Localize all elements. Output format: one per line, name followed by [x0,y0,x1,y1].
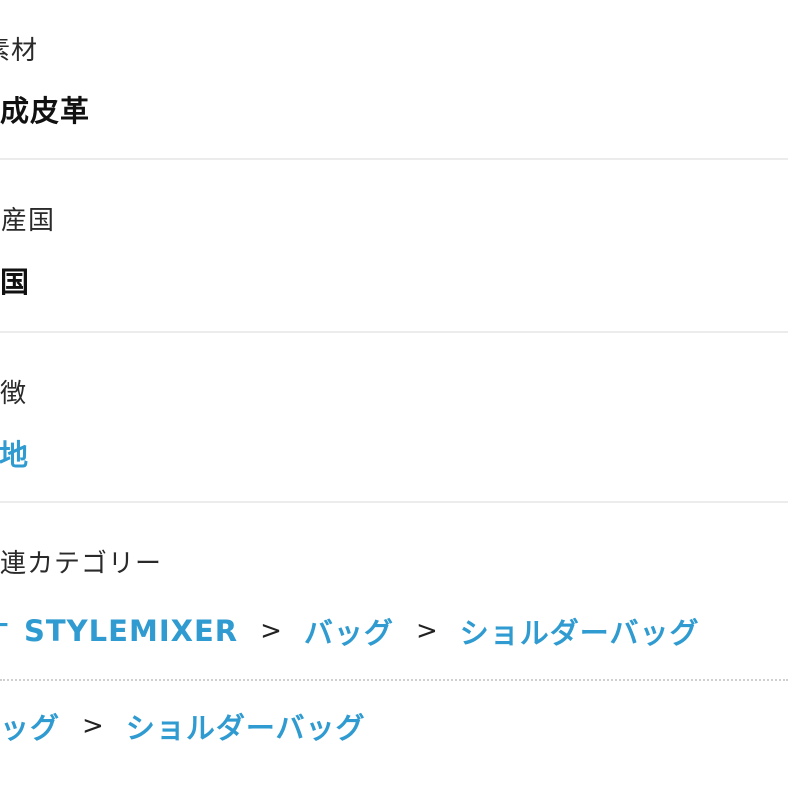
feature-label: 特徴 [0,379,28,409]
breadcrumb-category-link[interactable]: バッグ [304,610,394,652]
divider [0,158,788,160]
related-categories-label: 関連カテゴリー [0,549,163,579]
dotted-divider [0,679,788,681]
breadcrumb-row-1: す STYLEMIXER > バッグ > ショルダーバッグ [0,610,699,652]
product-spec-panel: 素材 合成皮革 生産国 中国 特徴 無地 関連カテゴリー す STYLEMIXE… [0,0,788,788]
breadcrumb-separator: > [82,711,104,741]
origin-label: 生産国 [0,206,56,236]
breadcrumb-root-prefix[interactable]: す [0,610,10,652]
divider [0,331,788,333]
origin-value: 中国 [0,265,31,299]
material-value: 合成皮革 [0,94,91,128]
breadcrumb-subcategory-link[interactable]: ショルダーバッグ [126,705,366,747]
breadcrumb-row-2: バッグ > ショルダーバッグ [0,705,366,747]
breadcrumb-separator: > [260,616,282,646]
breadcrumb-subcategory-link[interactable]: ショルダーバッグ [460,610,700,652]
feature-value-link[interactable]: 無地 [0,432,29,474]
breadcrumb-root-link[interactable]: STYLEMIXER [24,614,238,648]
breadcrumb-category-link[interactable]: バッグ [0,705,60,747]
breadcrumb-separator: > [415,616,438,646]
material-label: 素材 [0,36,39,66]
divider [0,501,788,503]
